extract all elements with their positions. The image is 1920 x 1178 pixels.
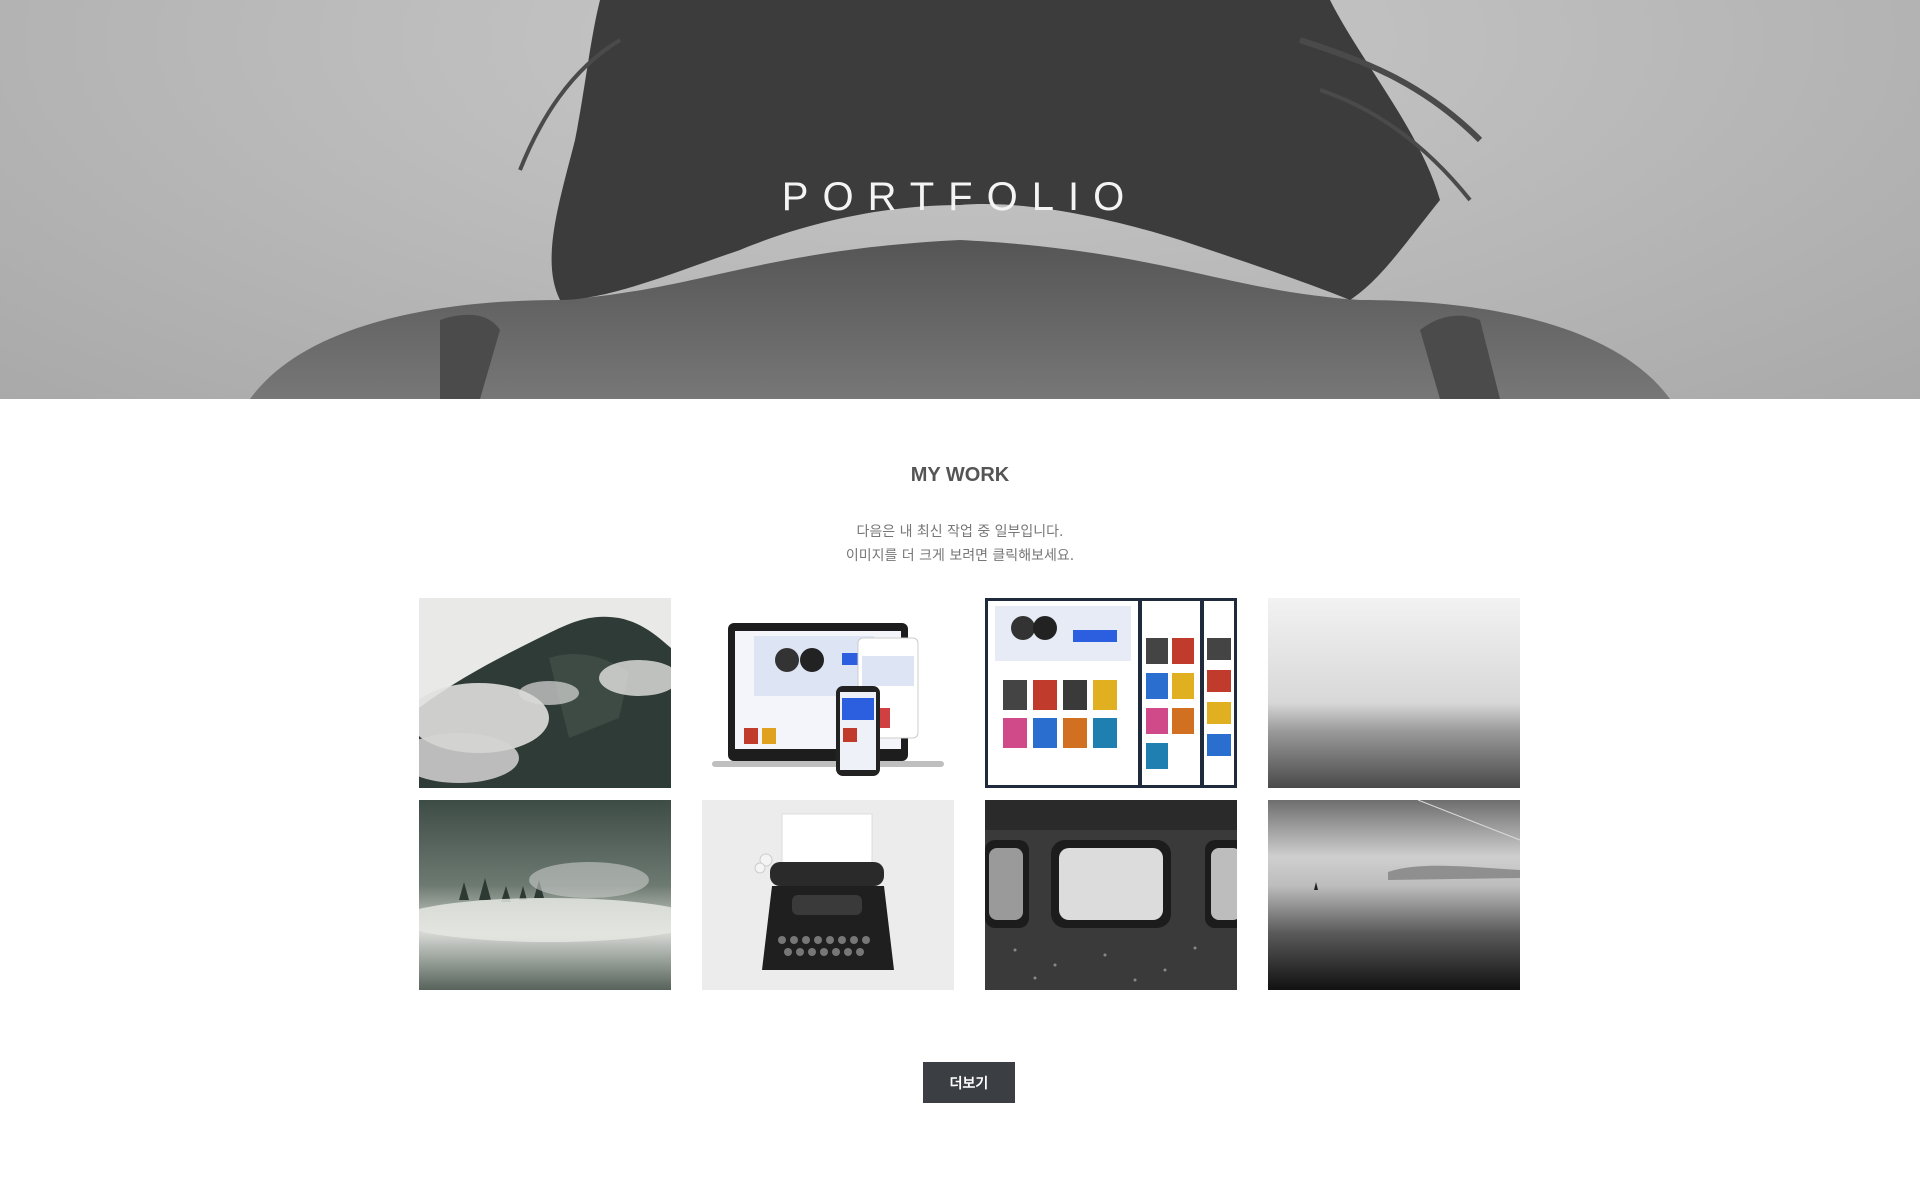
gallery-item-typewriter[interactable] bbox=[702, 800, 954, 990]
hero-title: PORTFOLIO bbox=[781, 175, 1139, 219]
gallery-item-misty-mountain[interactable] bbox=[419, 598, 671, 788]
gallery-item-forest-fog[interactable] bbox=[419, 800, 671, 990]
portfolio-page: PORTFOLIO MY WORK 다음은 내 최신 작업 중 일부입니다. 이… bbox=[0, 0, 1920, 1178]
gallery-item-train-windows[interactable] bbox=[985, 800, 1237, 990]
portfolio-gallery bbox=[419, 598, 1520, 990]
gallery-item-foggy-sea[interactable] bbox=[1268, 598, 1520, 788]
hero-banner: PORTFOLIO bbox=[0, 0, 1920, 399]
description-line-1: 다음은 내 최신 작업 중 일부입니다. bbox=[856, 524, 1064, 540]
gallery-item-sea-with-boat[interactable] bbox=[1268, 800, 1520, 990]
more-button[interactable]: 더보기 bbox=[923, 1062, 1015, 1103]
section-description: 다음은 내 최신 작업 중 일부입니다. 이미지를 더 크게 보려면 클릭해보세… bbox=[0, 520, 1920, 568]
gallery-item-responsive-web-mockup[interactable] bbox=[702, 598, 954, 788]
description-line-2: 이미지를 더 크게 보려면 클릭해보세요. bbox=[845, 548, 1075, 564]
section-heading: MY WORK bbox=[910, 464, 1010, 486]
gallery-item-website-layout-screens[interactable] bbox=[985, 598, 1237, 788]
